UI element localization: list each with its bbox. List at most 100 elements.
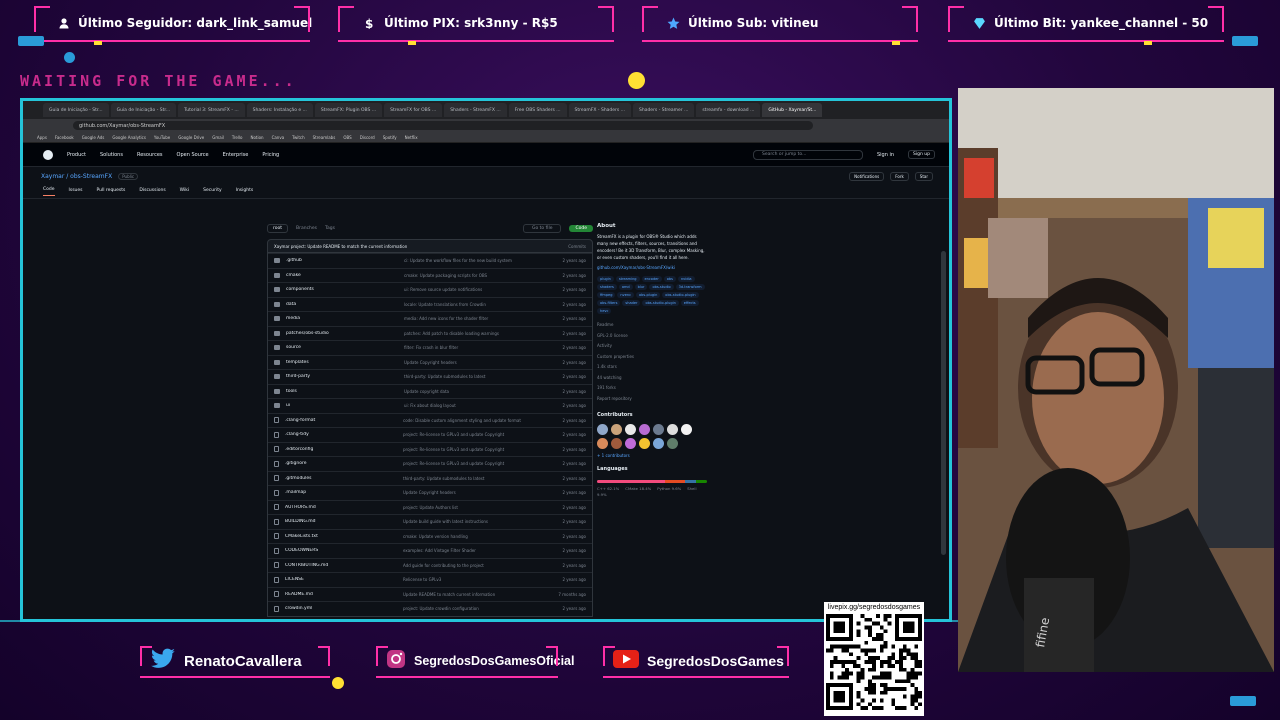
topic-tag[interactable]: blur bbox=[634, 284, 648, 290]
file-name[interactable]: components bbox=[286, 287, 404, 292]
bookmark-item[interactable]: Spotify bbox=[383, 135, 397, 140]
browser-tab[interactable]: Shaders - StreamFX ... bbox=[444, 103, 507, 117]
file-row[interactable]: tools Update copyright data 2 years ago bbox=[268, 383, 592, 399]
avatar[interactable] bbox=[611, 438, 622, 449]
repo-meta-item[interactable]: Readme bbox=[597, 320, 707, 331]
file-name[interactable]: media bbox=[286, 316, 404, 321]
bookmark-item[interactable]: Discord bbox=[360, 135, 375, 140]
file-row[interactable]: media media: Add new icons for the shader… bbox=[268, 311, 592, 326]
file-row[interactable]: templates Update Copyright headers 2 years… bbox=[268, 354, 592, 370]
file-name[interactable]: cmake bbox=[286, 273, 404, 278]
file-row[interactable]: source filter: Fix crash in blur filter 2 … bbox=[268, 340, 592, 355]
file-row[interactable]: ui ui: Fix about dialog layout 2 years ago bbox=[268, 398, 592, 413]
file-commit-message[interactable]: Update copyright data bbox=[404, 389, 552, 394]
topic-tag[interactable]: obs-studio bbox=[649, 284, 674, 290]
browser-tab[interactable]: Free OBS Shaders ... bbox=[508, 103, 567, 117]
file-row[interactable]: cmake cmake: Update packaging scripts for… bbox=[268, 267, 592, 283]
file-name[interactable]: CMakeLists.txt bbox=[285, 534, 403, 539]
tab-wiki[interactable]: Wiki bbox=[180, 188, 189, 196]
avatar[interactable] bbox=[667, 438, 678, 449]
file-row[interactable]: crowdin.yml project: Update crowdin confi… bbox=[268, 601, 592, 616]
file-row[interactable]: .clang-format code: Disable custom alignm… bbox=[268, 412, 592, 428]
file-name[interactable]: .gitmodules bbox=[285, 476, 403, 481]
file-commit-message[interactable]: Update Copyright headers bbox=[403, 490, 552, 495]
browser-tab[interactable]: streamfx - download ... bbox=[696, 103, 761, 117]
avatar[interactable] bbox=[653, 438, 664, 449]
bookmark-item[interactable]: Trello bbox=[232, 135, 243, 140]
bookmark-item[interactable]: Streamlabs bbox=[313, 135, 336, 140]
go-to-file-input[interactable]: Go to file bbox=[522, 223, 562, 233]
file-row[interactable]: .github ci: Update the workflow files for… bbox=[268, 253, 592, 268]
file-row[interactable]: .gitmodules third-party: Update submodule… bbox=[268, 470, 592, 486]
bookmark-item[interactable]: Facebook bbox=[55, 135, 74, 140]
avatar[interactable] bbox=[625, 424, 636, 435]
file-row[interactable]: CMakeLists.txt cmake: Update version hand… bbox=[268, 528, 592, 544]
bookmark-item[interactable]: Canva bbox=[272, 135, 285, 140]
topic-tag[interactable]: shaders bbox=[597, 284, 617, 290]
topic-tag[interactable]: nvidia bbox=[677, 276, 695, 282]
code-button[interactable]: Code bbox=[569, 224, 593, 232]
file-commit-message[interactable]: third-party: Update submodules to latest bbox=[404, 374, 552, 379]
tab-issues[interactable]: Issues bbox=[69, 188, 83, 196]
file-commit-message[interactable]: cmake: Update version handling bbox=[403, 534, 552, 539]
file-commit-message[interactable]: project: Re-license to GPLv3 and update … bbox=[403, 461, 552, 466]
topic-tag[interactable]: nvenc bbox=[617, 292, 635, 298]
file-name[interactable]: .gitignore bbox=[285, 461, 403, 466]
file-name[interactable]: .github bbox=[286, 258, 404, 263]
bookmark-item[interactable]: Google Analytics bbox=[112, 135, 146, 140]
tab-discussions[interactable]: Discussions bbox=[139, 188, 165, 196]
file-commit-message[interactable]: Update README to match current informati… bbox=[403, 592, 552, 597]
topic-tag[interactable]: amd bbox=[618, 284, 633, 290]
sign-in-link[interactable]: Sign in bbox=[877, 152, 894, 158]
file-row[interactable]: CONTRIBUTING.md Add guide for contributin… bbox=[268, 557, 592, 573]
tags-link[interactable]: Tags bbox=[325, 226, 335, 231]
browser-tab[interactable]: Tutorial 3: StreamFX - ... bbox=[178, 103, 245, 117]
file-row[interactable]: components ui: Remove source update notif… bbox=[268, 282, 592, 297]
repo-meta-item[interactable]: Report repository bbox=[597, 394, 707, 405]
repo-meta-item[interactable]: 191 forks bbox=[597, 383, 707, 394]
browser-tab[interactable]: StreamFX: Plugin OBS ... bbox=[314, 103, 383, 117]
file-name[interactable]: README.md bbox=[285, 592, 403, 597]
file-name[interactable]: third-party bbox=[286, 374, 404, 379]
tab-security[interactable]: Security bbox=[203, 188, 221, 196]
file-name[interactable]: .editorconfig bbox=[285, 447, 403, 452]
file-row[interactable]: .gitignore project: Re-license to GPLv3 a… bbox=[268, 456, 592, 471]
file-commit-message[interactable]: project: Re-license to GPLv3 and update … bbox=[403, 447, 552, 452]
file-name[interactable]: .clang-format bbox=[285, 418, 403, 423]
latest-commit-message[interactable]: Xaymar project: Update README to match t… bbox=[274, 244, 407, 249]
github-search-input[interactable]: Search or jump to... bbox=[752, 149, 863, 160]
repo-name-link[interactable]: Xaymar / obs-StreamFX bbox=[41, 173, 112, 180]
file-commit-message[interactable]: ui: Fix about dialog layout bbox=[404, 403, 552, 408]
topic-tag[interactable]: effects bbox=[680, 300, 699, 306]
avatar[interactable] bbox=[611, 424, 622, 435]
bookmark-item[interactable]: Twitch bbox=[292, 135, 304, 140]
bookmark-item[interactable]: Google Drive bbox=[178, 135, 204, 140]
star-button[interactable]: Star bbox=[914, 171, 933, 181]
file-commit-message[interactable]: ui: Remove source update notifications bbox=[404, 287, 552, 292]
repo-meta-item[interactable]: GPL-2.0 license bbox=[597, 331, 707, 342]
avatar[interactable] bbox=[681, 424, 692, 435]
commit-count-link[interactable]: Commits bbox=[568, 244, 586, 249]
file-name[interactable]: crowdin.yml bbox=[285, 606, 403, 611]
file-row[interactable]: CODEOWNERS examples: Add Vintage Filter S… bbox=[268, 543, 592, 558]
contributors-more-link[interactable]: + 1 contributors bbox=[597, 453, 707, 458]
avatar[interactable] bbox=[667, 424, 678, 435]
browser-tab[interactable]: Shaders: Instalação e ... bbox=[246, 103, 313, 117]
nav-enterprise[interactable]: Enterprise bbox=[223, 152, 249, 158]
bookmark-item[interactable]: Notion bbox=[250, 135, 263, 140]
page-scrollbar[interactable] bbox=[941, 251, 946, 555]
repo-meta-item[interactable]: 44 watching bbox=[597, 373, 707, 384]
bookmark-item[interactable]: OBS bbox=[343, 135, 351, 140]
file-commit-message[interactable]: examples: Add Vintage Filter Shader bbox=[403, 548, 552, 553]
file-name[interactable]: LICENSE bbox=[285, 577, 403, 582]
topic-tag[interactable]: hevc bbox=[597, 308, 612, 314]
file-row[interactable]: AUTHORS.md project: Update Authors list 2 … bbox=[268, 499, 592, 515]
branches-link[interactable]: Branches bbox=[296, 226, 317, 231]
browser-tab[interactable]: StreamFX - Shaders ... bbox=[568, 103, 631, 117]
nav-open-source[interactable]: Open Source bbox=[177, 152, 209, 158]
file-commit-message[interactable]: patches: Add patch to disable loading wa… bbox=[404, 331, 552, 336]
file-name[interactable]: ui bbox=[286, 403, 404, 408]
topic-tag[interactable]: obs-studio-plugin bbox=[642, 300, 679, 306]
bookmark-item[interactable]: YouTube bbox=[154, 135, 170, 140]
tab-pull-requests[interactable]: Pull requests bbox=[97, 188, 126, 196]
